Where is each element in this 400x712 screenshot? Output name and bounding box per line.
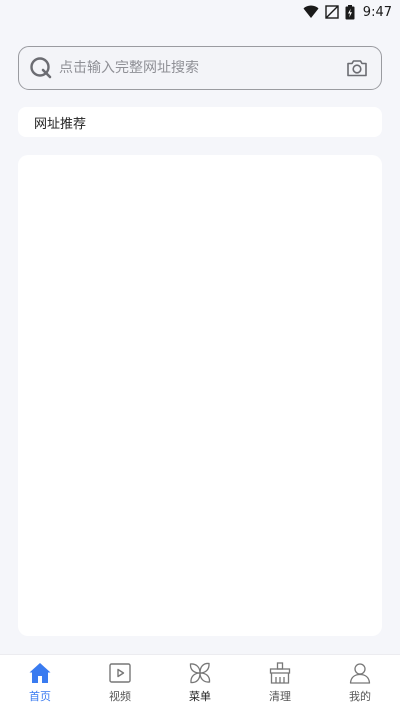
search-icon xyxy=(30,57,52,79)
nav-item-home[interactable]: 首页 xyxy=(5,661,75,704)
camera-icon[interactable] xyxy=(345,56,369,80)
bottom-nav: 首页 视频 菜单 清理 我的 xyxy=(0,654,400,712)
wifi-icon xyxy=(303,5,319,18)
nav-item-clean[interactable]: 清理 xyxy=(245,661,315,704)
nav-label-home: 首页 xyxy=(29,690,51,703)
content-panel xyxy=(18,155,382,636)
search-input[interactable] xyxy=(59,60,345,76)
battery-charging-icon xyxy=(345,4,355,19)
status-bar: 9:47 xyxy=(0,0,400,24)
url-recommend-section[interactable]: 网址推荐 xyxy=(18,107,382,137)
person-icon xyxy=(349,663,371,684)
no-signal-icon xyxy=(325,5,339,19)
status-time: 9:47 xyxy=(362,4,392,20)
nav-item-menu[interactable]: 菜单 xyxy=(165,661,235,704)
search-bar[interactable] xyxy=(18,46,382,90)
app-screen: 9:47 网址推荐 首页 视频 xyxy=(0,0,400,712)
url-recommend-label: 网址推荐 xyxy=(34,116,87,132)
menu-flower-icon xyxy=(189,662,211,684)
nav-label-clean: 清理 xyxy=(269,690,291,703)
video-icon xyxy=(109,663,131,683)
home-icon xyxy=(29,663,51,683)
nav-item-video[interactable]: 视频 xyxy=(85,661,155,704)
nav-label-menu: 菜单 xyxy=(189,690,211,703)
broom-icon xyxy=(269,662,291,684)
nav-item-profile[interactable]: 我的 xyxy=(325,661,395,704)
nav-label-profile: 我的 xyxy=(349,690,371,703)
nav-label-video: 视频 xyxy=(109,690,131,703)
